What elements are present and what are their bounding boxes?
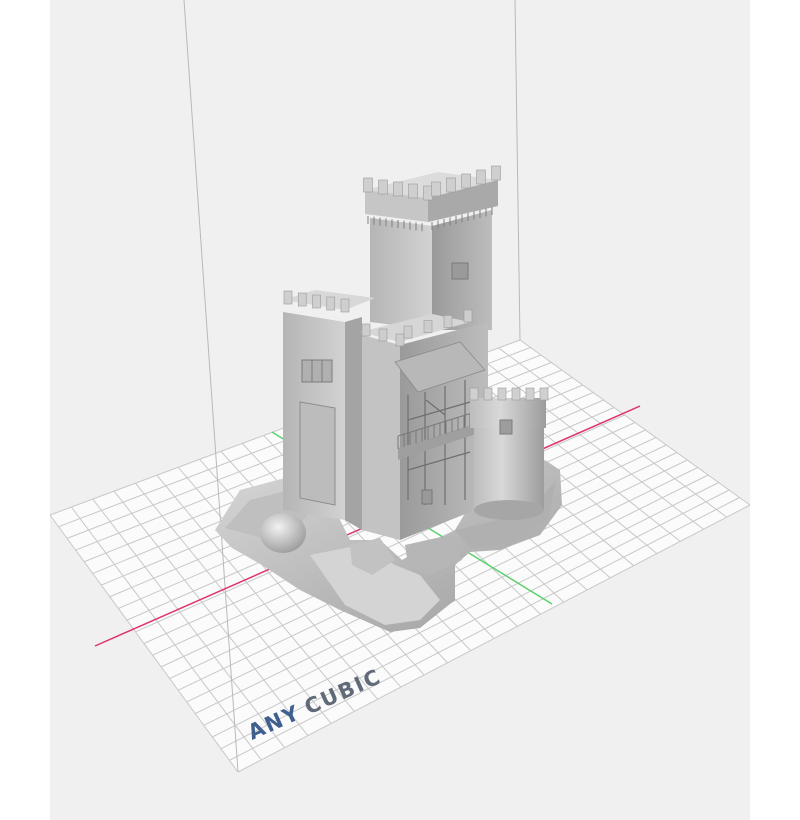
merlon	[340, 298, 350, 313]
left-keep-right-face	[345, 317, 362, 530]
main-tower-left-face	[370, 218, 432, 330]
merlon	[491, 165, 501, 181]
merlon	[431, 181, 441, 197]
merlon	[361, 323, 371, 337]
merlon	[297, 292, 307, 307]
merlon	[423, 185, 433, 201]
merlon	[403, 325, 413, 339]
merlon	[423, 320, 433, 333]
merlon	[539, 387, 549, 401]
merlon	[446, 177, 456, 193]
turret-window	[499, 419, 513, 435]
merlon	[408, 183, 418, 199]
merlon	[395, 333, 405, 347]
merlon	[378, 328, 388, 342]
merlon	[443, 315, 453, 328]
turret-base	[474, 500, 544, 520]
main-tower-window	[451, 262, 469, 280]
merlon	[312, 294, 321, 309]
mid-block-left-face	[362, 335, 400, 540]
merlon	[483, 387, 493, 401]
3d-viewport[interactable]: ANY CUBIC	[0, 0, 800, 820]
merlon	[463, 309, 473, 323]
merlon	[511, 387, 521, 401]
left-keep-window	[301, 359, 333, 383]
mid-block-window	[421, 489, 433, 505]
viewport-canvas[interactable]: ANY CUBIC	[0, 0, 800, 820]
merlon	[393, 181, 403, 197]
model-sphere	[260, 513, 306, 553]
merlon	[525, 387, 535, 401]
merlon	[378, 179, 388, 195]
merlon	[497, 387, 507, 401]
merlon	[283, 290, 293, 305]
merlon	[476, 169, 486, 185]
merlon	[326, 296, 336, 311]
left-keep-door	[299, 401, 336, 506]
merlon	[461, 173, 471, 189]
merlon	[469, 387, 479, 401]
merlon	[363, 177, 373, 193]
